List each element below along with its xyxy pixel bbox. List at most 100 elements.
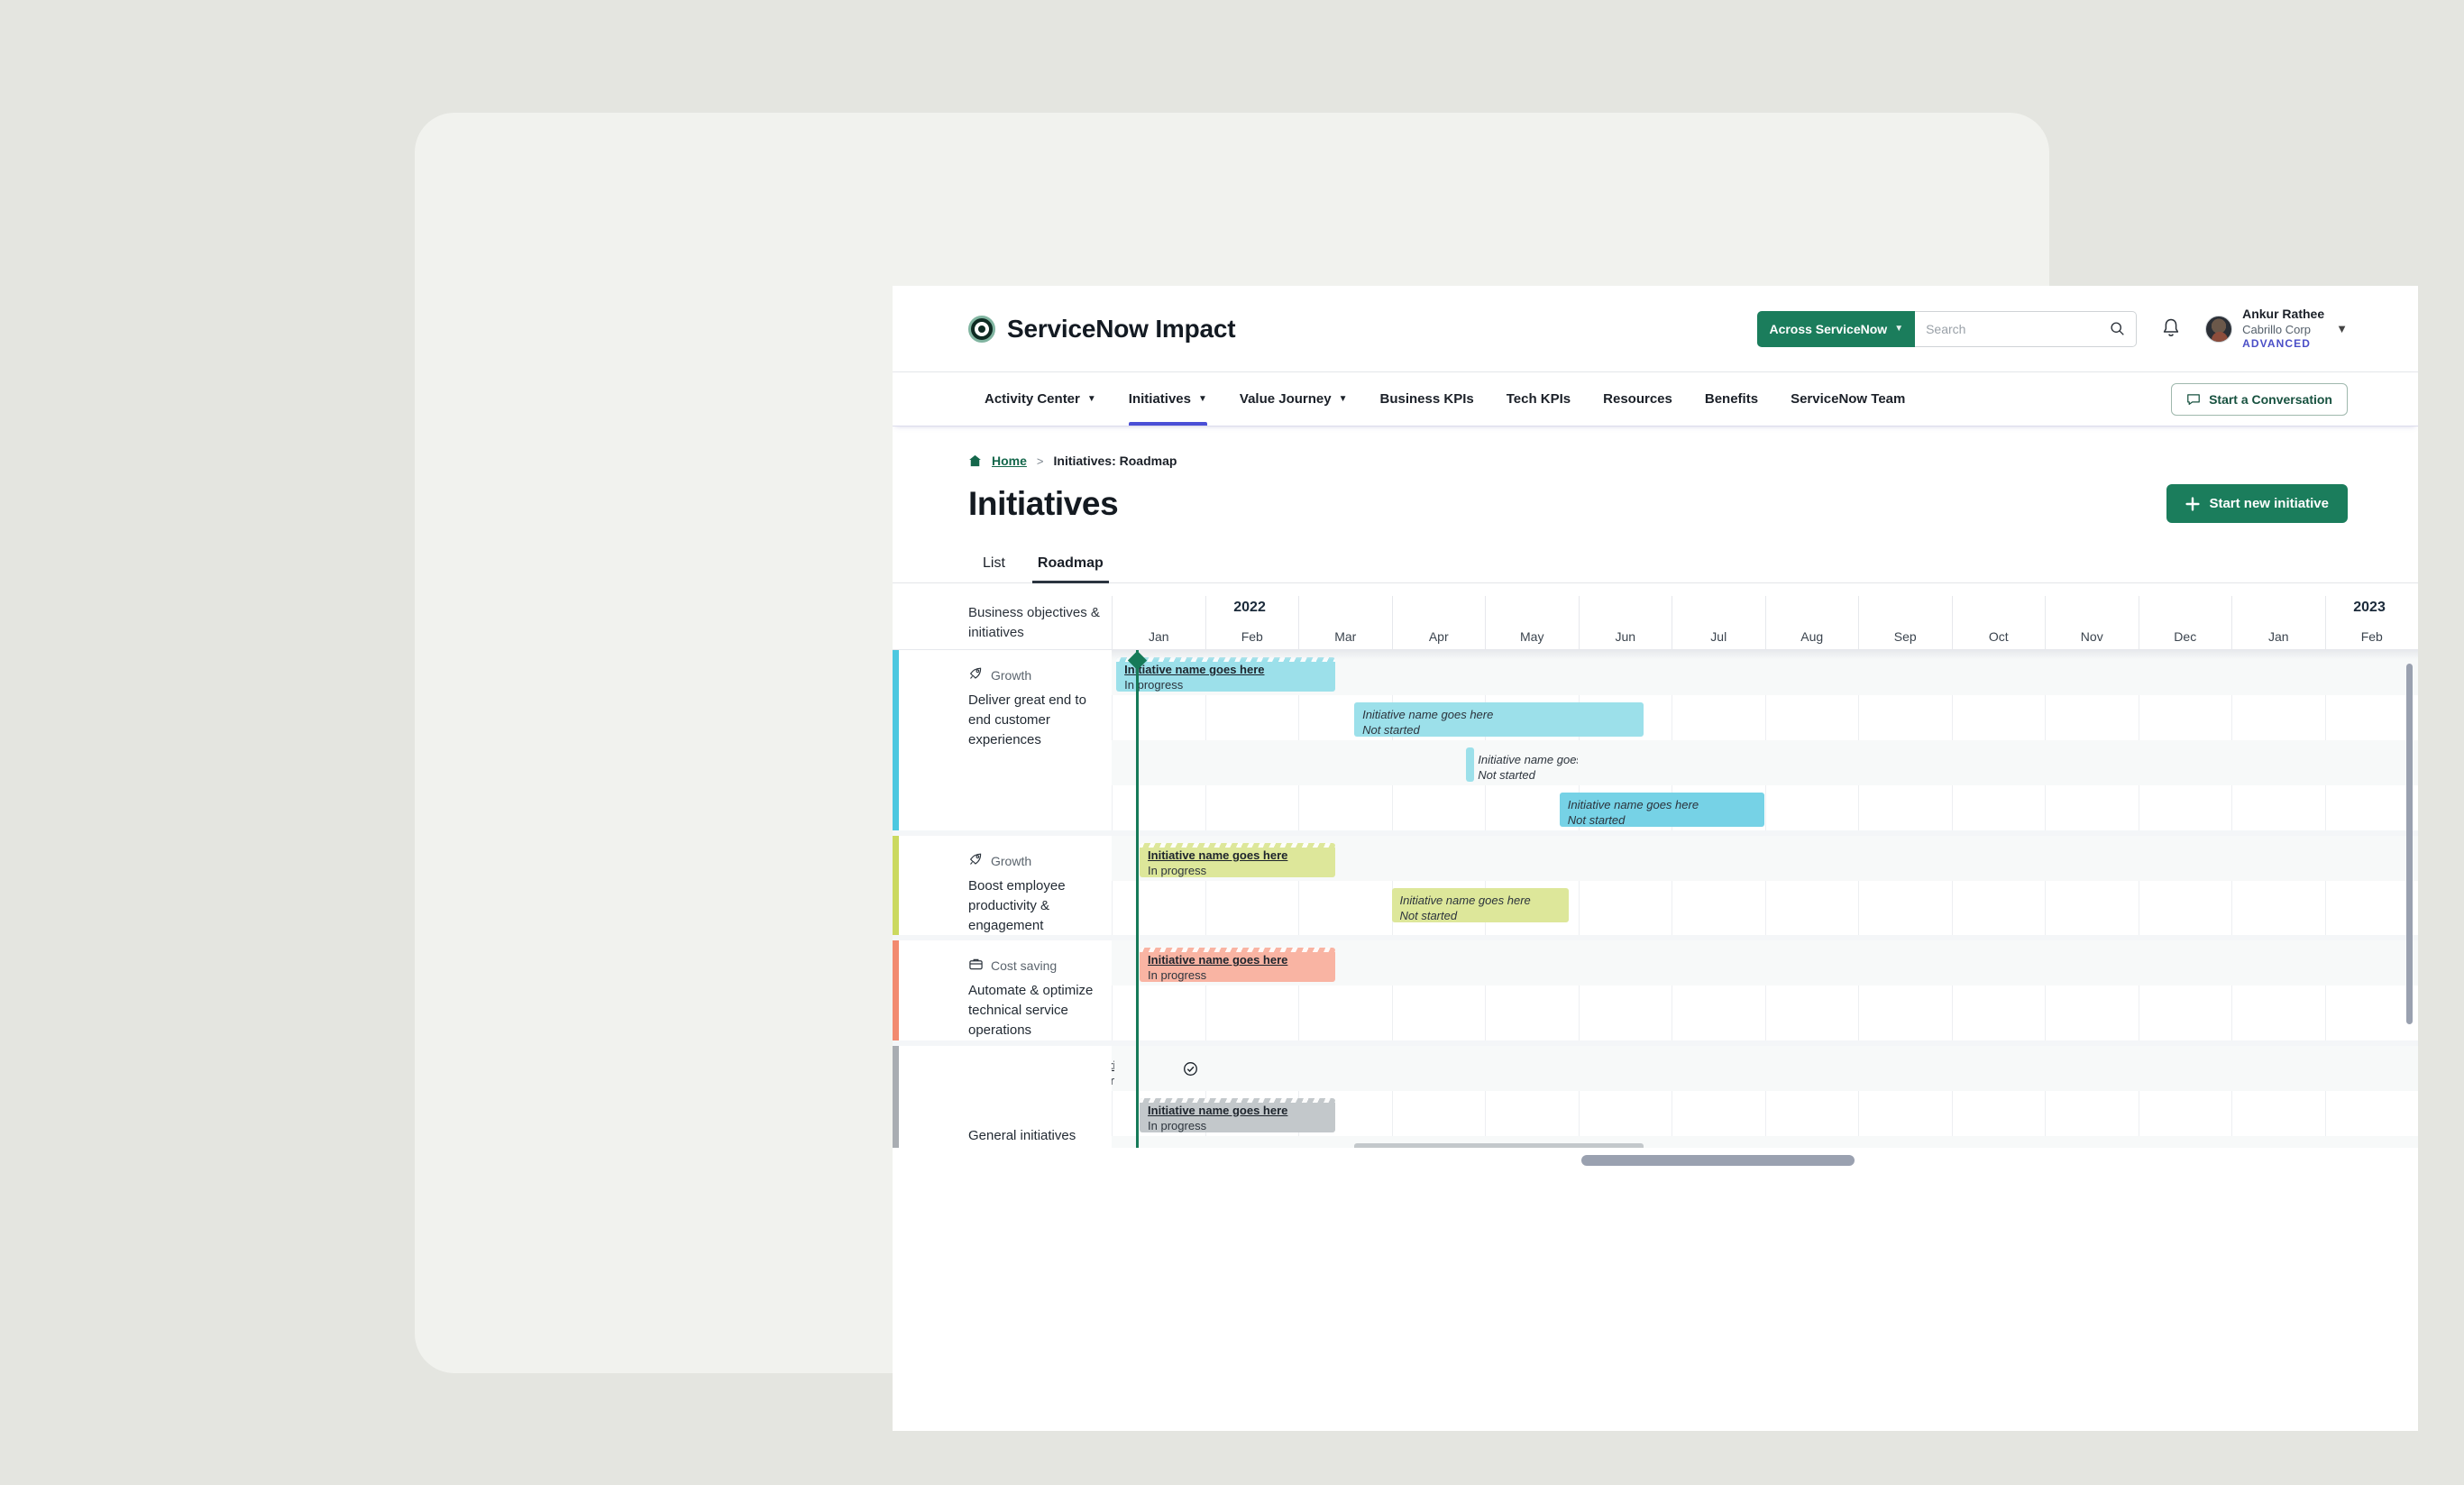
nav-label: Value Journey bbox=[1239, 391, 1332, 407]
timeline-row bbox=[1112, 695, 2418, 740]
group-label[interactable]: Growth Boost employee productivity & enga… bbox=[899, 836, 1112, 935]
today-marker-line bbox=[1135, 650, 1139, 1171]
month-label-mar-2: Mar bbox=[1298, 596, 1392, 649]
group-rows: Initiative name goes here In progress bbox=[1112, 940, 2418, 1040]
horizontal-scrollbar-track[interactable] bbox=[1581, 1155, 2404, 1166]
group-color-bar bbox=[893, 836, 899, 936]
chat-bubble-icon bbox=[2187, 393, 2200, 405]
roadmap-view: Business objectives & initiatives Jan Feb… bbox=[893, 596, 2418, 1171]
nav-item-servicenow-team[interactable]: ServiceNow Team bbox=[1774, 372, 1921, 426]
initiative-status: Not started bbox=[1478, 768, 1535, 782]
objective-group: Cost saving Automate & optimize technical… bbox=[893, 935, 2418, 1040]
nav-item-benefits[interactable]: Benefits bbox=[1689, 372, 1774, 426]
nav-items: Activity Center ▼ Initiatives ▼ Value Jour… bbox=[968, 372, 1921, 426]
app-window: ServiceNow Impact Across ServiceNow ▼ Se… bbox=[893, 286, 2418, 1431]
horizontal-scrollbar-thumb[interactable] bbox=[1581, 1155, 1855, 1166]
initiative-status: In progress bbox=[1148, 968, 1207, 983]
start-conversation-label: Start a Conversation bbox=[2209, 391, 2332, 407]
initiative-name: Initiative name goes here bbox=[1148, 953, 1288, 967]
breadcrumb-home-link[interactable]: Home bbox=[992, 454, 1027, 468]
breadcrumb-separator: > bbox=[1036, 454, 1044, 468]
group-tag-label: Growth bbox=[991, 853, 1032, 868]
month-label-jul-6: Jul bbox=[1672, 596, 1765, 649]
brand-logo[interactable]: ServiceNow Impact bbox=[968, 315, 1236, 344]
breadcrumb-current: Initiatives: Roadmap bbox=[1053, 454, 1177, 468]
timeline-row bbox=[1112, 881, 2418, 926]
home-icon bbox=[969, 454, 981, 467]
initiative-status: Not started bbox=[1399, 909, 1458, 922]
search-scope-label: Across ServiceNow bbox=[1769, 321, 1888, 336]
main-navigation: Activity Center ▼ Initiatives ▼ Value Jour… bbox=[893, 372, 2418, 426]
start-conversation-button[interactable]: Start a Conversation bbox=[2171, 382, 2348, 416]
target-circle-icon bbox=[968, 315, 995, 343]
group-color-bar bbox=[893, 940, 899, 1040]
page-title-row: Initiatives Start new initiative bbox=[968, 484, 2348, 523]
search-icon[interactable] bbox=[2110, 321, 2125, 336]
group-color-bar bbox=[893, 650, 899, 830]
initiative-bar[interactable]: Initiative name goes here In progress bbox=[1140, 1097, 1336, 1132]
objective-group: Growth Deliver great end to end customer … bbox=[893, 650, 2418, 830]
briefcase-icon bbox=[968, 957, 984, 974]
check-circle-icon bbox=[1183, 1061, 1198, 1081]
nav-item-value-journey[interactable]: Value Journey ▼ bbox=[1223, 372, 1364, 426]
month-label-aug-7: Aug bbox=[1764, 596, 1859, 649]
user-info: Ankur Rathee Cabrillo Corp ADVANCED bbox=[2242, 307, 2324, 351]
group-tag-label: Growth bbox=[991, 667, 1032, 683]
initiative-bar[interactable]: Initiative name goes here In progress bbox=[1140, 948, 1336, 983]
plus-icon bbox=[2185, 496, 2201, 511]
initiative-status: In progress bbox=[1148, 1118, 1207, 1132]
chevron-down-icon[interactable]: ▼ bbox=[2336, 322, 2348, 335]
group-label[interactable]: Growth Deliver great end to end customer … bbox=[899, 650, 1112, 830]
nav-item-business-kpis[interactable]: Business KPIs bbox=[1364, 372, 1490, 426]
nav-item-tech-kpis[interactable]: Tech KPIs bbox=[1490, 372, 1587, 426]
initiative-bar[interactable]: Initiative name goes here In progress bbox=[1140, 843, 1336, 877]
rocket-icon bbox=[968, 852, 984, 869]
chevron-down-icon: ▼ bbox=[1197, 394, 1207, 404]
initiative-name: Initiative name goes here bbox=[1124, 663, 1265, 676]
search-bar: Across ServiceNow ▼ bbox=[1757, 310, 2138, 347]
initiative-status: In progress bbox=[1124, 678, 1184, 692]
avatar bbox=[2205, 315, 2233, 343]
group-tag: Growth bbox=[968, 666, 1112, 683]
user-tier-badge: ADVANCED bbox=[2242, 336, 2312, 350]
view-tabs: List Roadmap bbox=[968, 546, 2418, 583]
roadmap-header: Business objectives & initiatives Jan Feb… bbox=[893, 596, 2418, 650]
group-title: General initiatives bbox=[968, 1127, 1076, 1143]
nav-item-activity-center[interactable]: Activity Center ▼ bbox=[968, 372, 1113, 426]
initiative-bar[interactable]: Initiative name goes here Not started bbox=[1354, 702, 1644, 737]
chevron-down-icon: ▼ bbox=[1338, 394, 1348, 404]
initiative-status: In progress bbox=[1148, 864, 1207, 877]
initiative-bar[interactable]: Initiative name goes here Not started bbox=[1391, 888, 1570, 922]
nav-label: Tech KPIs bbox=[1506, 391, 1571, 407]
year-label-2023: 2023 bbox=[2353, 600, 2386, 615]
vertical-scrollbar[interactable] bbox=[2406, 664, 2413, 1024]
initiative-status: Not started bbox=[1567, 813, 1626, 827]
page-title: Initiatives bbox=[968, 484, 1119, 522]
group-title: Automate & optimize technical service op… bbox=[968, 983, 1094, 1038]
year-label-2022: 2022 bbox=[1233, 600, 1266, 615]
initiative-bar[interactable]: Initiative name goes hereCompleted bbox=[1112, 1053, 1114, 1087]
notification-bell-icon[interactable] bbox=[2160, 317, 2182, 341]
month-label-oct-9: Oct bbox=[1951, 596, 2046, 649]
search-input[interactable] bbox=[1926, 321, 2111, 336]
search-field[interactable] bbox=[1915, 310, 2138, 347]
user-org: Cabrillo Corp bbox=[2242, 322, 2311, 336]
month-label-sep-8: Sep bbox=[1858, 596, 1952, 649]
search-scope-button[interactable]: Across ServiceNow ▼ bbox=[1757, 310, 1916, 347]
initiative-bar[interactable]: Initiative name goes here In progress bbox=[1116, 657, 1336, 692]
roadmap-body: Growth Deliver great end to end customer … bbox=[893, 650, 2418, 1171]
nav-item-initiatives[interactable]: Initiatives ▼ bbox=[1113, 372, 1223, 426]
month-label-nov-10: Nov bbox=[2045, 596, 2139, 649]
tab-list[interactable]: List bbox=[968, 546, 1020, 583]
tab-roadmap[interactable]: Roadmap bbox=[1023, 546, 1118, 583]
initiative-bar[interactable]: Initiative name goes here Not started bbox=[1559, 793, 1765, 827]
user-profile-menu[interactable]: Ankur Rathee Cabrillo Corp ADVANCED ▼ bbox=[2205, 307, 2348, 351]
group-tag: Cost saving bbox=[968, 957, 1112, 974]
month-label-apr-3: Apr bbox=[1391, 596, 1486, 649]
group-label[interactable]: Cost saving Automate & optimize technical… bbox=[899, 940, 1112, 1040]
timeline-row bbox=[1112, 740, 2418, 785]
initiative-status: Not started bbox=[1362, 723, 1420, 737]
initiative-bar[interactable]: Initiative name goes here Not started bbox=[1466, 747, 1578, 782]
start-new-initiative-button[interactable]: Start new initiative bbox=[2166, 484, 2348, 523]
nav-item-resources[interactable]: Resources bbox=[1587, 372, 1689, 426]
